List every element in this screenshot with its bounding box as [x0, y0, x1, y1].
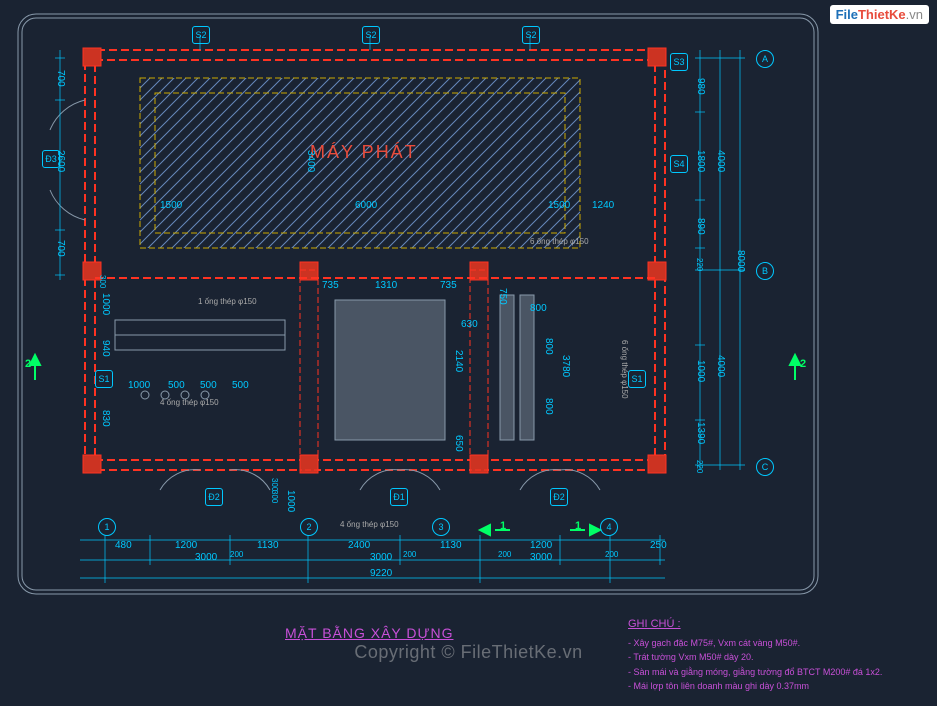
col-3: 3	[432, 518, 450, 536]
dim-890: 890	[695, 218, 706, 235]
logo-suffix: .vn	[906, 7, 923, 22]
dim-3000-3: 3000	[530, 552, 552, 563]
grid-d2-2: Đ2	[550, 488, 568, 506]
dim-250: 250	[650, 540, 667, 551]
section-2-left: 2	[25, 358, 31, 370]
dim-650: 650	[453, 435, 464, 452]
dim-4000-1: 4000	[715, 150, 726, 172]
dim-735-2: 735	[440, 280, 457, 291]
dim-200c: 200	[498, 550, 511, 559]
dim-1240: 1240	[592, 200, 614, 211]
dim-1500-2: 1500	[548, 200, 570, 211]
col-1: 1	[98, 518, 116, 536]
notes-title: GHI CHÚ :	[628, 618, 882, 630]
dim-3780: 3780	[560, 355, 571, 377]
notes-line-3: - Sàn mái và giằng móng, giằng tường đổ …	[628, 665, 882, 679]
dim-830: 830	[100, 410, 111, 427]
dim-630: 630	[461, 319, 478, 330]
col-4: 4	[600, 518, 618, 536]
notes-block: GHI CHÚ : - Xây gạch đặc M75#, Vxm cát v…	[628, 618, 882, 694]
dim-1310: 1310	[375, 280, 397, 291]
dim-800a: 800	[543, 338, 554, 355]
notes-line-2: - Trát tường Vxm M50# dày 20.	[628, 650, 882, 664]
dim-1000r: 1000	[695, 360, 706, 382]
steel-note-2: 4 ống thép φ150	[160, 398, 219, 407]
grid-s2-3: S2	[522, 26, 540, 44]
row-b: B	[756, 262, 774, 280]
dim-4000-2: 4000	[715, 355, 726, 377]
dim-800b: 800	[543, 398, 554, 415]
dim-1000l: 1000	[100, 293, 111, 315]
watermark-copyright: Copyright © FileThietKe.vn	[354, 642, 582, 663]
cad-drawing	[0, 0, 937, 706]
row-c: C	[756, 458, 774, 476]
dim-700-1: 700	[55, 70, 66, 87]
dim-200b: 200	[403, 550, 416, 559]
row-a: A	[756, 50, 774, 68]
dim-3400: 3400	[305, 150, 316, 172]
grid-s1-l: S1	[95, 370, 113, 388]
dim-220b: 220	[695, 460, 704, 473]
dim-1800: 1800	[695, 150, 706, 172]
dim-500b: 500	[200, 380, 217, 391]
watermark-logo: FileThietKe.vn	[830, 5, 929, 24]
dim-6000: 6000	[355, 200, 377, 211]
grid-s2-1: S2	[192, 26, 210, 44]
grid-s1-r: S1	[628, 370, 646, 388]
steel-note-3: 6 ống thép φ150	[530, 237, 589, 246]
dim-300a: 300	[98, 275, 107, 288]
notes-line-4: - Mái lợp tôn liên doanh màu ghi dày 0.3…	[628, 679, 882, 693]
dim-200d: 200	[605, 550, 618, 559]
dim-1000b: 1000	[285, 490, 296, 512]
dim-2400: 2400	[348, 540, 370, 551]
drawing-title: MẶT BẰNG XÂY DỰNG	[285, 625, 453, 641]
grid-d2-1: Đ2	[205, 488, 223, 506]
grid-s2-2: S2	[362, 26, 380, 44]
dim-1500-1: 1500	[160, 200, 182, 211]
dim-8000: 8000	[735, 250, 746, 272]
dim-980: 980	[695, 78, 706, 95]
grid-s4: S4	[670, 155, 688, 173]
dim-1000: 1000	[128, 380, 150, 391]
dim-1390: 1390	[695, 422, 706, 444]
dim-940: 940	[100, 340, 111, 357]
dim-3000-2: 3000	[370, 552, 392, 563]
dim-2600: 2600	[55, 150, 66, 172]
logo-prefix: File	[836, 7, 858, 22]
logo-mid: ThietKe	[858, 7, 906, 22]
dim-1130-2: 1130	[440, 540, 462, 551]
dim-1200-2: 1200	[530, 540, 552, 551]
dim-2140: 2140	[453, 350, 464, 372]
grid-s3: S3	[670, 53, 688, 71]
dim-200a: 200	[230, 550, 243, 559]
room-label-mayphat: MÁY PHÁT	[310, 142, 418, 163]
steel-note-4: 4 ống thép φ150	[340, 520, 399, 529]
dim-750: 750	[497, 288, 508, 305]
dim-500c: 500	[232, 380, 249, 391]
steel-note-5: 6 ống thép φ150	[620, 340, 629, 399]
section-1-left: 1	[500, 520, 506, 532]
dim-700-2: 700	[55, 240, 66, 257]
notes-line-1: - Xây gạch đặc M75#, Vxm cát vàng M50#.	[628, 636, 882, 650]
grid-d1: Đ1	[390, 488, 408, 506]
dim-1200-1: 1200	[175, 540, 197, 551]
dim-1130-1: 1130	[257, 540, 279, 551]
steel-note-1: 1 ống thép φ150	[198, 297, 257, 306]
dim-3000-1: 3000	[195, 552, 217, 563]
dim-220a: 220	[695, 258, 704, 271]
dim-500a: 500	[168, 380, 185, 391]
section-1-right: 1	[575, 520, 581, 532]
section-2-right: 2	[800, 358, 806, 370]
dim-735-1: 735	[322, 280, 339, 291]
dim-800m: 800	[530, 303, 547, 314]
dim-300b2: 300	[270, 490, 279, 503]
dim-total-w: 9220	[370, 568, 392, 579]
dim-480: 480	[115, 540, 132, 551]
col-2: 2	[300, 518, 318, 536]
